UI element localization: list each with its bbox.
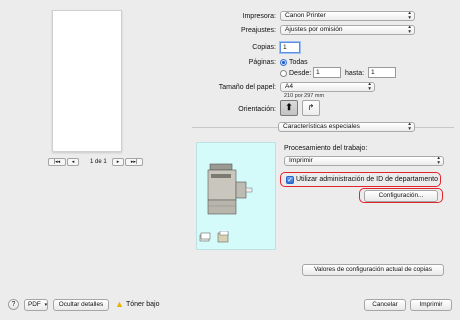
section-select-value: Características especiales (283, 123, 360, 130)
updown-arrows-icon: ▴ ▾ (368, 82, 371, 92)
pages-to-label: hasta: (345, 70, 365, 77)
page-indicator: 1 de 1 (90, 159, 107, 165)
presets-label: Preajustes: (240, 27, 276, 34)
pages-to-field[interactable]: 1 (368, 67, 396, 78)
chevron-down-icon: ▾ (44, 302, 48, 308)
portrait-orientation-icon: ⬆ (285, 102, 293, 112)
paper-dimensions: 210 por 297 mm (284, 93, 325, 99)
orientation-label: Orientación: (238, 106, 276, 113)
paper-size-value: A4 (285, 83, 294, 90)
section-select[interactable]: Características especiales ▴ ▾ (278, 122, 415, 132)
page-preview (52, 10, 122, 152)
checkmark-icon: ✓ (287, 177, 293, 184)
presets-value: Ajustes por omisión (285, 26, 343, 33)
pages-to-value: 1 (371, 69, 375, 76)
current-settings-button[interactable]: Valores de configuración actual de copia… (302, 264, 444, 276)
job-processing-select[interactable]: Imprimir ▴ ▾ (284, 156, 444, 166)
preview-nav: |◂◂ ◂ 1 de 1 ▸ ▸▸| (48, 158, 143, 166)
job-processing-value: Imprimir (289, 157, 313, 164)
copies-label: Copias: (252, 44, 276, 51)
pages-from-field[interactable]: 1 (313, 67, 341, 78)
pages-from-value: 1 (316, 69, 320, 76)
printer-value: Canon Printer (285, 12, 326, 19)
warning-icon: ▲ (115, 299, 124, 309)
help-icon: ? (11, 301, 16, 308)
last-page-icon: ▸▸| (130, 159, 138, 165)
updown-arrows-icon: ▴ ▾ (408, 11, 411, 21)
department-id-checkbox[interactable]: ✓ (286, 176, 294, 184)
updown-arrows-icon: ▴ ▾ (437, 156, 440, 166)
pages-all-label: Todas (289, 59, 308, 66)
configuration-button[interactable]: Configuración... (364, 190, 438, 202)
pdf-label: PDF (28, 301, 41, 308)
paper-size-select[interactable]: A4 ▴ ▾ (280, 82, 375, 92)
orientation-landscape-button[interactable]: ↱ (302, 100, 320, 116)
paper-stack-icon (199, 232, 211, 242)
toner-warning-label: Tóner bajo (126, 301, 160, 308)
printer-label: Impresora: (242, 13, 276, 20)
orientation-portrait-button[interactable]: ⬆ (280, 100, 298, 116)
prev-page-icon: ◂ (71, 159, 75, 165)
copies-value: 1 (283, 44, 287, 51)
pages-from-label: Desde: (289, 70, 312, 77)
presets-select[interactable]: Ajustes por omisión ▴ ▾ (280, 25, 415, 35)
next-page-button[interactable]: ▸ (112, 158, 124, 166)
pages-from-radio[interactable] (280, 70, 287, 77)
updown-arrows-icon: ▴ ▾ (408, 25, 411, 35)
hide-details-button[interactable]: Ocultar detalles (53, 299, 109, 311)
printer-select[interactable]: Canon Printer ▴ ▾ (280, 11, 415, 21)
pages-label: Páginas: (248, 59, 276, 66)
landscape-orientation-icon: ↱ (307, 103, 315, 112)
job-processing-label: Procesamiento del trabajo: (284, 145, 368, 152)
prev-page-button[interactable]: ◂ (67, 158, 79, 166)
print-button[interactable]: Imprimir (410, 299, 452, 311)
first-page-button[interactable]: |◂◂ (48, 158, 66, 166)
pages-all-radio[interactable] (280, 59, 287, 66)
cancel-button[interactable]: Cancelar (364, 299, 406, 311)
copier-image (207, 163, 253, 215)
next-page-icon: ▸ (116, 159, 120, 165)
paper-size-label: Tamaño del papel: (218, 84, 276, 91)
copies-field[interactable]: 1 (280, 42, 300, 53)
last-page-button[interactable]: ▸▸| (125, 158, 143, 166)
first-page-icon: |◂◂ (53, 159, 61, 165)
department-id-label: Utilizar administración de ID de departa… (296, 176, 439, 183)
pdf-menu-button[interactable]: PDF ▾ (24, 299, 48, 311)
updown-arrows-icon: ▴ ▾ (408, 122, 411, 132)
finisher-icon (217, 231, 229, 243)
help-button[interactable]: ? (8, 299, 19, 310)
